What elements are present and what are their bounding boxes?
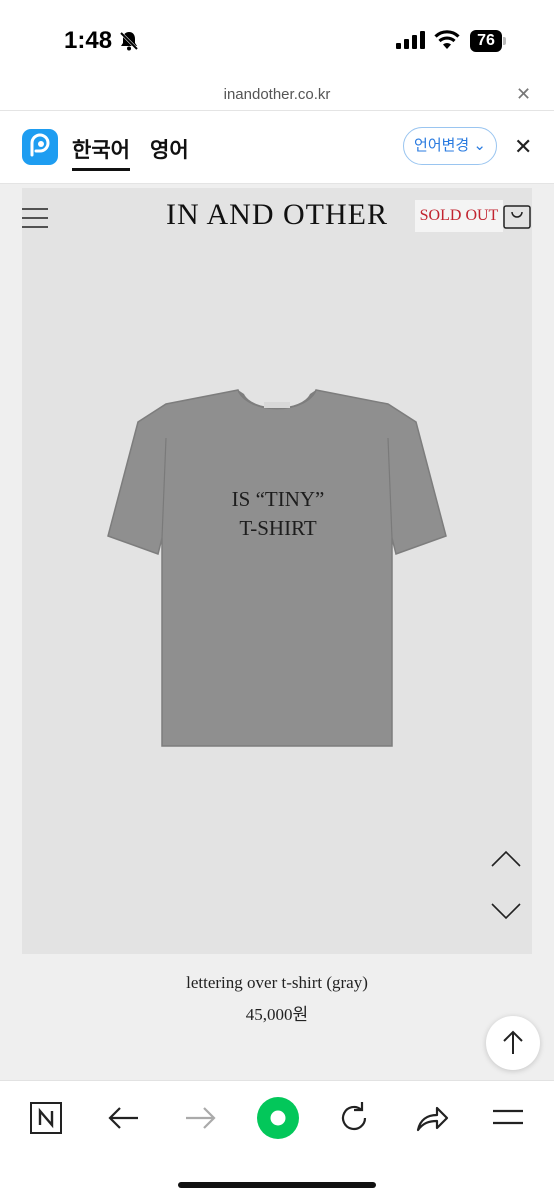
product-name[interactable]: lettering over t-shirt (gray) — [0, 973, 554, 993]
product-image-tshirt[interactable]: IS “TINY” T-SHIRT — [106, 388, 450, 755]
change-language-button[interactable]: 언어변경 ⌄ — [403, 127, 497, 165]
back-arrow-icon[interactable] — [104, 1098, 144, 1138]
battery-icon: 76 — [470, 30, 506, 52]
shopping-bag-icon[interactable] — [503, 203, 531, 234]
home-indicator — [178, 1182, 376, 1188]
url-text[interactable]: inandother.co.kr — [0, 86, 554, 103]
tab-active-indicator — [72, 168, 130, 171]
tab-source-language[interactable]: 한국어 — [72, 134, 130, 164]
slide-next-arrow-icon[interactable] — [490, 902, 522, 927]
scroll-to-top-button[interactable] — [486, 1016, 540, 1070]
shirt-print-line2: T-SHIRT — [239, 516, 316, 540]
sold-out-badge: SOLD OUT — [415, 200, 503, 232]
tab-target-language[interactable]: 영어 — [150, 134, 189, 164]
naver-home-icon[interactable] — [26, 1098, 66, 1138]
url-close-icon[interactable]: ✕ — [516, 84, 531, 105]
translate-close-icon[interactable]: ✕ — [514, 134, 532, 160]
arrow-up-icon — [503, 1030, 523, 1054]
silent-bell-icon — [118, 30, 140, 57]
wifi-icon — [434, 30, 460, 55]
cell-signal-icon — [396, 31, 426, 54]
shirt-print-line1: IS “TINY” — [232, 487, 325, 511]
refresh-icon[interactable] — [334, 1098, 374, 1138]
share-icon[interactable] — [412, 1098, 452, 1138]
more-menu-icon[interactable] — [488, 1098, 528, 1138]
forward-arrow-icon[interactable] — [180, 1098, 220, 1138]
papago-logo-icon — [22, 129, 58, 165]
slide-prev-arrow-icon[interactable] — [490, 848, 522, 873]
green-dot-menu-icon[interactable] — [256, 1096, 300, 1140]
battery-level: 76 — [477, 32, 495, 49]
status-time: 1:48 — [64, 27, 113, 54]
product-price: 45,000원 — [245, 1005, 309, 1024]
